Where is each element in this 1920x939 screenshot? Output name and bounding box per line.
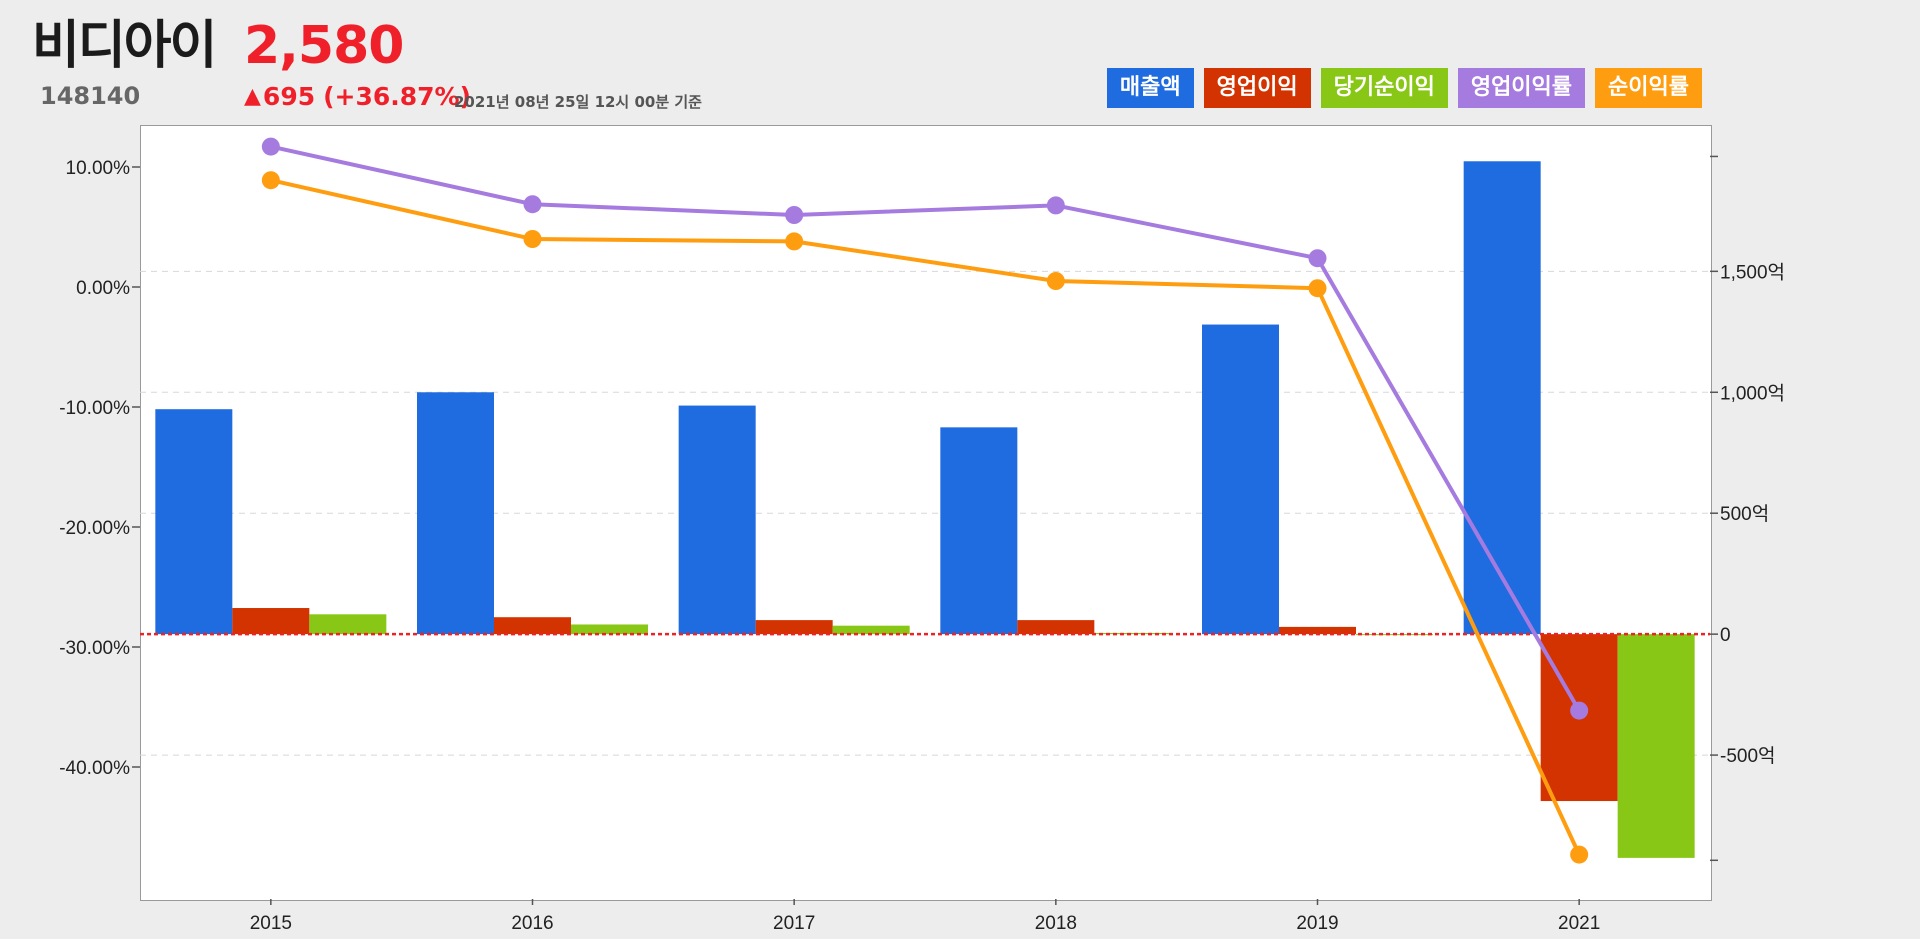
left-tick-label: -20.00%: [59, 518, 130, 539]
bar-영업이익-2015: [232, 608, 310, 635]
bar-당기순이익-2018: [1094, 632, 1172, 635]
point-영업이익률-2015: [261, 137, 280, 156]
left-tick-label: -10.00%: [59, 398, 130, 419]
bar-매출액-2019: [1202, 324, 1279, 635]
x-tick-label: 2017: [773, 913, 815, 934]
bar-영업이익-2018: [1017, 620, 1095, 635]
point-순이익률-2018: [1046, 272, 1065, 290]
bar-당기순이익-2015: [309, 614, 387, 635]
left-tick-label: -30.00%: [59, 638, 130, 659]
bar-매출액-2015: [155, 409, 233, 635]
x-tick-label: 2018: [1035, 913, 1077, 934]
right-tick-label: 1,500억: [1720, 261, 1785, 283]
financial-chart: 10.00% 0.00% -10.00% -20.00% -30.00% -40.00% 1…: [59, 137, 1785, 934]
point-순이익률-2016: [523, 230, 542, 248]
left-tick-label: -40.00%: [59, 758, 130, 779]
point-영업이익률-2017: [785, 206, 804, 224]
point-순이익률-2017: [785, 232, 804, 251]
bar-당기순이익-2016: [571, 624, 648, 635]
bar-영업이익-2016: [494, 617, 571, 635]
point-순이익률-2019: [1308, 279, 1327, 298]
bar-매출액-2016: [417, 392, 494, 635]
right-tick-label: 0: [1720, 625, 1731, 646]
x-tick-label: 2021: [1558, 913, 1600, 934]
point-영업이익률-2019: [1308, 249, 1327, 268]
point-영업이익률-2021: [1570, 701, 1589, 720]
bar-영업이익-2017: [755, 620, 833, 635]
bar-매출액-2018: [940, 427, 1018, 635]
x-tick-label: 2019: [1296, 913, 1338, 934]
point-순이익률-2021: [1570, 845, 1589, 864]
point-순이익률-2015: [261, 171, 280, 190]
point-영업이익률-2016: [523, 195, 542, 214]
right-tick-label: 500억: [1720, 503, 1769, 525]
x-tick-label: 2016: [511, 913, 553, 934]
left-tick-label: 10.00%: [66, 158, 131, 179]
point-영업이익률-2018: [1046, 196, 1065, 215]
right-tick-label: 1,000억: [1720, 382, 1785, 404]
bar-당기순이익-2021: [1617, 634, 1695, 858]
left-tick-label: 0.00%: [76, 278, 130, 299]
bar-매출액-2021: [1463, 161, 1541, 635]
x-tick-label: 2015: [250, 913, 292, 934]
right-tick-label: -500억: [1720, 745, 1776, 767]
bar-당기순이익-2017: [832, 625, 910, 635]
bar-매출액-2017: [678, 405, 756, 635]
